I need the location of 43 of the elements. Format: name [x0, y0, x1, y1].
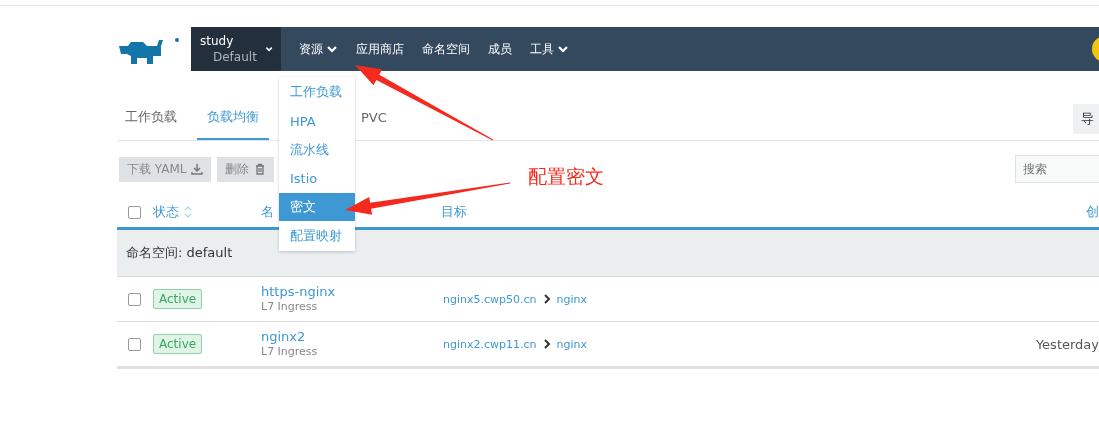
- nav-item[interactable]: 命名空间: [413, 27, 479, 71]
- menu-item[interactable]: 流水线: [279, 135, 355, 165]
- row-checkbox[interactable]: [128, 292, 141, 306]
- trash-icon: [254, 163, 267, 175]
- caret-icon: [326, 43, 338, 55]
- column-header[interactable]: 创: [969, 203, 1099, 221]
- status-badge: Active: [153, 289, 203, 309]
- chevron-icon: [542, 339, 551, 349]
- menu-item[interactable]: 配置映射: [279, 221, 355, 251]
- row-checkbox[interactable]: [128, 337, 141, 351]
- target-link[interactable]: nginx: [556, 292, 588, 306]
- nav-item[interactable]: 资源: [290, 27, 347, 71]
- import-button[interactable]: 导: [1073, 103, 1099, 134]
- column-header[interactable]: 目标: [441, 203, 969, 221]
- sort-icon: [183, 205, 193, 219]
- annotation-label: 配置密文: [528, 164, 604, 189]
- menu-item[interactable]: 工作负载: [279, 78, 355, 107]
- resource-link[interactable]: nginx2: [261, 329, 441, 344]
- delete-button[interactable]: 删除: [217, 156, 275, 182]
- tab[interactable]: 工作负载: [117, 97, 187, 141]
- caret-icon: [557, 43, 569, 55]
- menu-item[interactable]: Istio: [279, 164, 355, 193]
- resource-link[interactable]: https-nginx: [261, 284, 441, 299]
- created-time: Yesterday: [1034, 336, 1099, 352]
- tab[interactable]: 负载均衡: [197, 97, 269, 140]
- host-link[interactable]: nginx2.cwp11.cn: [443, 337, 537, 351]
- host-link[interactable]: nginx5.cwp50.cn: [443, 292, 537, 306]
- project-selector[interactable]: study Default: [191, 27, 281, 71]
- status-badge: Active: [153, 334, 203, 354]
- nav-item[interactable]: 工具: [521, 27, 578, 71]
- column-header[interactable]: 状态: [153, 203, 179, 221]
- menu-item[interactable]: HPA: [279, 106, 355, 136]
- target-link[interactable]: nginx: [556, 337, 588, 351]
- search-field[interactable]: 搜索: [1015, 155, 1099, 183]
- nav-item[interactable]: 应用商店: [347, 27, 413, 71]
- chevron-icon: [542, 294, 551, 304]
- nav-item[interactable]: 成员: [479, 27, 521, 71]
- download-icon: [191, 163, 204, 175]
- select-all-checkbox[interactable]: [128, 205, 141, 219]
- resource-type: L7 Ingress: [261, 344, 319, 359]
- resource-type: L7 Ingress: [261, 299, 319, 314]
- download-button[interactable]: 下载 YAML: [119, 156, 212, 182]
- avatar-icon: [1091, 35, 1099, 63]
